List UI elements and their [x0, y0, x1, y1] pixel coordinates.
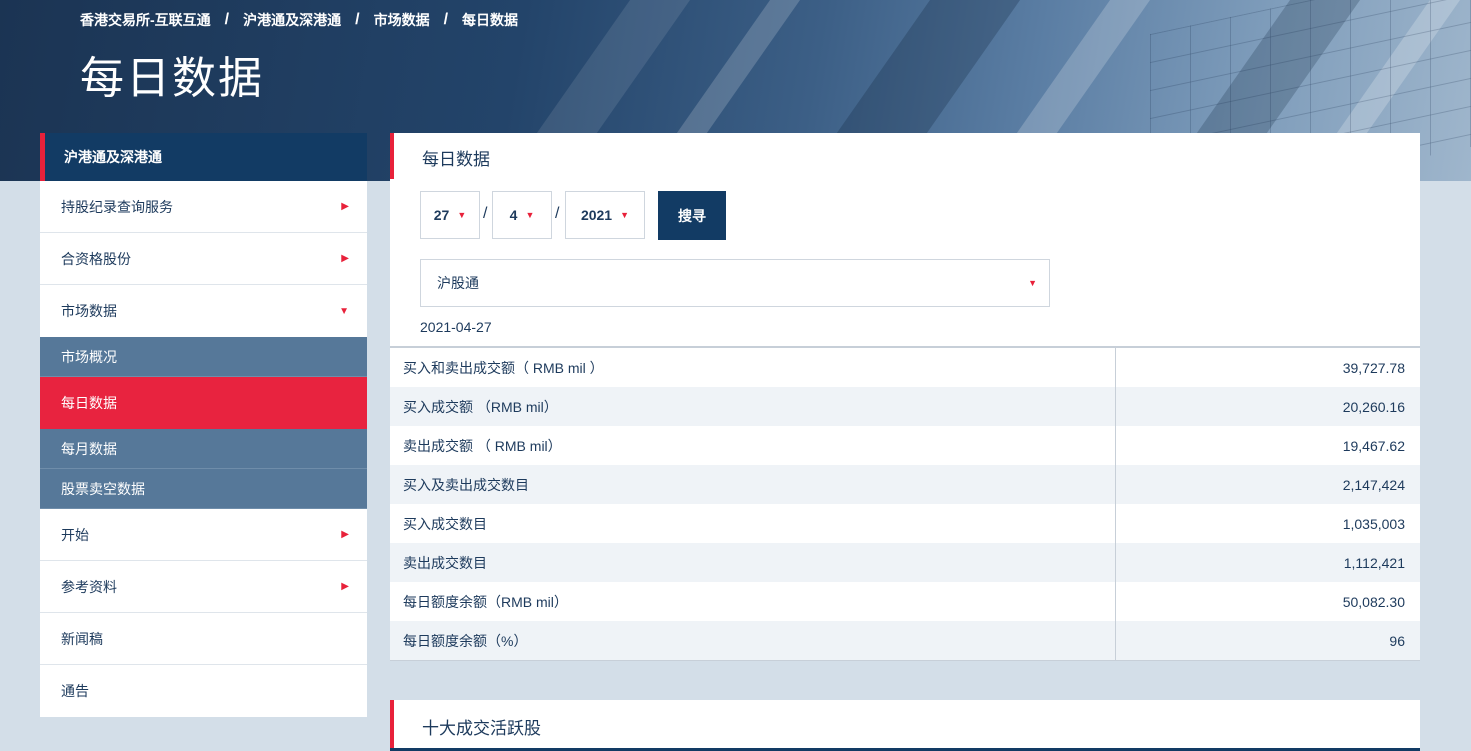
sidebar-item-label: 新闻稿 [61, 630, 103, 647]
caret-right-icon: ▶ [341, 581, 349, 592]
table-row: 每日额度余额（RMB mil） 50,082.30 [390, 582, 1420, 621]
page-title: 每日数据 [80, 53, 264, 104]
table-row: 买入及卖出成交数目 2,147,424 [390, 465, 1420, 504]
row-label: 每日额度余额（%） [390, 621, 1116, 660]
data-date: 2021-04-27 [420, 319, 492, 335]
search-button[interactable]: 搜寻 [658, 191, 726, 240]
caret-down-icon: ▼ [339, 305, 349, 317]
sidebar-subitem-short-selling[interactable]: 股票卖空数据 [40, 469, 367, 509]
section-title: 每日数据 [422, 150, 490, 169]
row-value: 50,082.30 [1342, 593, 1405, 610]
row-label: 买入成交数目 [390, 504, 1116, 543]
caret-down-icon: ▼ [457, 210, 467, 220]
row-label: 买入成交额 （RMB mil） [390, 387, 1116, 426]
row-value: 39,727.78 [1342, 359, 1405, 376]
row-value: 19,467.62 [1342, 437, 1405, 454]
sidebar-item-label: 开始 [61, 526, 89, 543]
day-select[interactable]: 27 ▼ [420, 191, 480, 239]
row-label: 卖出成交额 （ RMB mil） [390, 426, 1116, 465]
breadcrumb-separator: / [443, 11, 449, 28]
caret-right-icon: ▶ [341, 529, 349, 540]
daily-data-panel: 每日数据 27 ▼ / 4 ▼ / 2021 ▼ 搜寻 沪股通 ▼ 2021-0… [390, 133, 1420, 661]
breadcrumb-current: 每日数据 [462, 12, 519, 28]
row-value: 96 [1389, 632, 1405, 649]
date-separator: / [555, 205, 560, 222]
table-row: 买入成交数目 1,035,003 [390, 504, 1420, 543]
sidebar-item-shareholding[interactable]: 持股纪录查询服务 ▶ [40, 181, 367, 233]
row-value: 1,112,421 [1343, 554, 1405, 571]
row-label: 每日额度余额（RMB mil） [390, 582, 1116, 621]
section-accent-bar [390, 700, 394, 751]
day-value: 27 [433, 207, 450, 223]
sidebar-item-label: 合资格股份 [61, 250, 131, 267]
sidebar-subitem-market-overview[interactable]: 市场概况 [40, 337, 367, 377]
sidebar: 沪港通及深港通 持股纪录查询服务 ▶ 合资格股份 ▶ 市场数据 ▼ 市场概况 每… [40, 133, 367, 717]
row-label: 卖出成交数目 [390, 543, 1116, 582]
sidebar-subitem-daily-data[interactable]: 每日数据 [40, 377, 367, 429]
section-title: 十大成交活跃股 [422, 719, 541, 738]
sidebar-subitem-monthly-data[interactable]: 每月数据 [40, 429, 367, 469]
sidebar-item-market-data[interactable]: 市场数据 ▼ [40, 285, 367, 337]
sidebar-item-notices[interactable]: 通告 [40, 665, 367, 717]
table-row: 每日额度余额（%） 96 [390, 621, 1420, 660]
sidebar-item-label: 参考资料 [61, 578, 117, 595]
top-active-stocks-section: 十大成交活跃股 [390, 700, 1420, 751]
row-value: 20,260.16 [1342, 398, 1405, 415]
caret-down-icon: ▼ [1028, 278, 1037, 288]
breadcrumb-link[interactable]: 市场数据 [374, 10, 430, 30]
row-label: 买入和卖出成交额（ RMB mil ） [390, 348, 1116, 387]
month-value: 4 [509, 207, 518, 223]
sidebar-item-news[interactable]: 新闻稿 [40, 613, 367, 665]
year-select[interactable]: 2021 ▼ [565, 191, 645, 239]
caret-right-icon: ▶ [341, 201, 349, 212]
breadcrumb-separator: / [355, 11, 360, 28]
table-row: 买入和卖出成交额（ RMB mil ） 39,727.78 [390, 348, 1420, 387]
table-row: 卖出成交额 （ RMB mil） 19,467.62 [390, 426, 1420, 465]
daily-data-table: 买入和卖出成交额（ RMB mil ） 39,727.78 买入成交额 （RMB… [390, 346, 1420, 661]
sidebar-item-eligible-stocks[interactable]: 合资格股份 ▶ [40, 233, 367, 285]
sidebar-item-label: 市场数据 [61, 303, 117, 319]
row-value: 2,147,424 [1342, 476, 1405, 493]
breadcrumb-link[interactable]: 沪港通及深港通 [243, 10, 341, 30]
market-select[interactable]: 沪股通 ▼ [420, 259, 1050, 307]
table-row: 卖出成交数目 1,112,421 [390, 543, 1420, 582]
sidebar-header[interactable]: 沪港通及深港通 [40, 133, 367, 181]
sidebar-item-label: 持股纪录查询服务 [61, 198, 173, 215]
sidebar-item-label: 通告 [61, 683, 89, 699]
caret-right-icon: ▶ [341, 253, 349, 264]
row-value: 1,035,003 [1342, 515, 1405, 532]
month-select[interactable]: 4 ▼ [492, 191, 552, 239]
breadcrumb-separator: / [224, 11, 230, 28]
table-row: 买入成交额 （RMB mil） 20,260.16 [390, 387, 1420, 426]
sidebar-item-getting-started[interactable]: 开始 ▶ [40, 509, 367, 561]
breadcrumb-link[interactable]: 香港交易所-互联互通 [80, 10, 211, 30]
section-header: 每日数据 [390, 133, 1420, 179]
caret-down-icon: ▼ [525, 210, 535, 220]
year-value: 2021 [580, 207, 613, 223]
breadcrumb: 香港交易所-互联互通 / 沪港通及深港通 / 市场数据 / 每日数据 [80, 10, 518, 30]
row-label: 买入及卖出成交数目 [390, 465, 1116, 504]
market-value: 沪股通 [437, 275, 479, 291]
sidebar-item-reference[interactable]: 参考资料 ▶ [40, 561, 367, 613]
caret-down-icon: ▼ [620, 210, 630, 220]
date-separator: / [483, 205, 488, 222]
